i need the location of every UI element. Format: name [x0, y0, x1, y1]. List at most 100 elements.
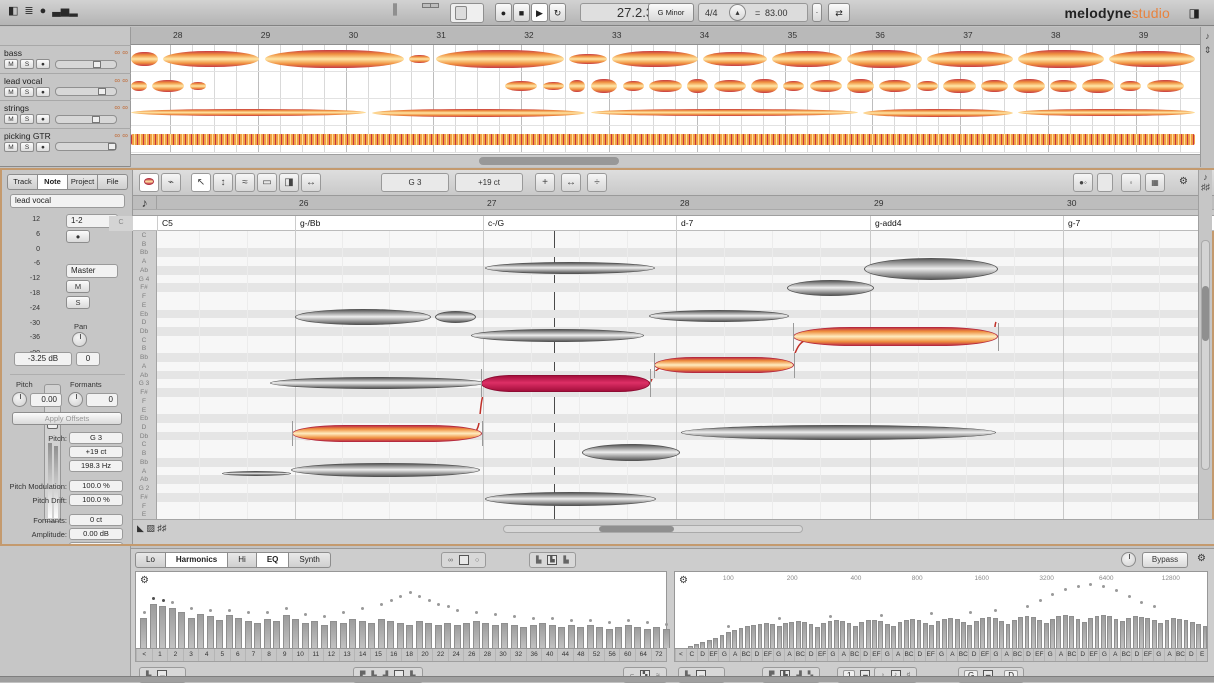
record-button[interactable]: ● — [36, 114, 50, 125]
eq-bar[interactable] — [802, 622, 807, 648]
background-note-blob[interactable] — [270, 377, 485, 389]
eq-bar[interactable] — [1094, 616, 1100, 648]
eq-note-label[interactable]: A — [1163, 649, 1175, 661]
harmonic-bar[interactable] — [368, 623, 375, 648]
waveform-blob[interactable] — [131, 51, 158, 66]
eq-gear-icon[interactable]: ⚙ — [679, 575, 688, 586]
waveform-blob[interactable] — [590, 109, 858, 116]
eq-bar[interactable] — [954, 619, 960, 648]
tool-button-1[interactable]: ↕ — [213, 173, 233, 192]
slider-thumb-2[interactable] — [430, 3, 439, 8]
eq-bar[interactable] — [713, 638, 718, 648]
background-note-blob[interactable] — [485, 492, 656, 506]
track-lane[interactable] — [131, 126, 1200, 153]
eq-bar[interactable] — [738, 628, 744, 648]
eq-bar[interactable] — [821, 623, 827, 648]
hscroll-thumb[interactable] — [479, 157, 619, 165]
waveform-blob[interactable] — [1146, 79, 1184, 92]
harmonic-number[interactable]: 40 — [541, 649, 557, 661]
record-button[interactable]: ● — [36, 86, 50, 97]
waveform-blob[interactable] — [435, 49, 564, 68]
background-note-blob[interactable] — [681, 425, 996, 440]
eq-note-label[interactable]: BC — [1011, 649, 1023, 661]
eq-note-label[interactable]: EF — [979, 649, 990, 661]
harmonic-bar[interactable] — [168, 608, 176, 648]
cycle-button[interactable]: ↻ — [549, 3, 566, 22]
waveform-blob[interactable] — [713, 79, 746, 92]
arrangement-right-gutter[interactable]: ♪ ⇕ — [1200, 27, 1214, 167]
eq-note-label[interactable]: D — [968, 649, 979, 661]
eq-bar[interactable] — [783, 623, 788, 648]
harmonic-bar[interactable] — [206, 616, 214, 648]
harmonic-bar[interactable] — [415, 621, 423, 648]
editor-gear-icon[interactable]: ⚙ — [1179, 176, 1188, 187]
eq-note-label[interactable]: EF — [1141, 649, 1153, 661]
eq-bar[interactable] — [1062, 615, 1068, 648]
harmonic-bar[interactable] — [605, 629, 613, 648]
harmonic-number[interactable]: 18 — [401, 649, 417, 661]
meter-display[interactable]: 4/4 — [705, 4, 718, 22]
eq-bar[interactable] — [1069, 616, 1074, 648]
side-panel-tabs[interactable]: Track Note Project File — [7, 174, 128, 190]
harmonic-bar[interactable] — [358, 621, 366, 648]
harmonic-bar[interactable] — [197, 614, 204, 648]
autoscroll-button[interactable]: ⇄ — [828, 3, 850, 22]
harmonic-bar[interactable] — [339, 623, 347, 648]
eq-bar[interactable] — [1145, 618, 1151, 648]
harmonic-number[interactable]: 6 — [229, 649, 246, 661]
solo-button[interactable]: S — [66, 296, 90, 309]
mute-button[interactable]: M — [4, 86, 18, 97]
chord-track[interactable]: C C5 g-/Bb c-/G d-7 g-add4 g-7 — [109, 216, 1214, 231]
waveform-blob[interactable] — [943, 78, 976, 93]
macro-knob[interactable] — [1121, 552, 1136, 567]
eq-note-label[interactable]: D — [805, 649, 816, 661]
track-volume-thumb[interactable] — [93, 60, 102, 68]
record-button[interactable]: ● — [36, 141, 50, 152]
harmonic-bar[interactable] — [330, 621, 337, 648]
eq-note-label[interactable]: D — [1022, 649, 1034, 661]
note-blob[interactable] — [292, 425, 482, 442]
waveform-blob[interactable] — [847, 78, 874, 93]
eq-bar[interactable] — [967, 625, 973, 648]
monitor-slider[interactable] — [450, 3, 484, 23]
harmonic-bar[interactable] — [301, 623, 309, 648]
harmonic-bar[interactable] — [558, 627, 565, 648]
compare-control-2[interactable]: ◦ — [1121, 173, 1141, 192]
harmonic-bar[interactable] — [615, 627, 622, 648]
eq-note-label[interactable]: EF — [870, 649, 881, 661]
harmonic-bar[interactable] — [292, 619, 299, 648]
harmonic-number[interactable]: 26 — [463, 649, 479, 661]
harmonic-number[interactable]: 1 — [151, 649, 168, 661]
eq-note-label[interactable]: BC — [794, 649, 805, 661]
editor-right-gutter[interactable]: ♪ ♯♯ — [1198, 170, 1212, 519]
gutter-icon[interactable]: ⇕ — [1201, 45, 1214, 56]
eq-bar[interactable] — [776, 626, 782, 648]
harmonics-gear-icon[interactable]: ⚙ — [140, 575, 149, 586]
harmonic-bar[interactable] — [510, 625, 518, 648]
eq-note-label[interactable]: A — [837, 649, 849, 661]
eq-bar[interactable] — [1050, 619, 1055, 648]
track-name-field[interactable]: lead vocal — [10, 194, 125, 208]
harmonic-number[interactable]: 32 — [510, 649, 526, 661]
harmonic-bar[interactable] — [225, 615, 233, 648]
solo-button[interactable]: S — [20, 59, 34, 70]
harmonic-bar[interactable] — [634, 627, 641, 648]
eq-note-label[interactable]: BC — [957, 649, 968, 661]
background-note-blob[interactable] — [582, 444, 680, 461]
eq-bar[interactable] — [1075, 619, 1081, 648]
eq-note-label[interactable]: E — [1196, 649, 1207, 661]
waveform-blob[interactable] — [649, 79, 682, 92]
track-header-lead-vocal[interactable]: lead vocal ∞ ∞ M S ● — [0, 72, 131, 100]
track-blob-icons[interactable]: ∞ ∞ — [114, 131, 128, 140]
chart-icon[interactable]: ▃▅▂ — [52, 4, 77, 17]
eq-note-label[interactable]: D — [913, 649, 925, 661]
harmonic-bar[interactable] — [377, 619, 385, 648]
harmonic-bar[interactable] — [653, 627, 660, 648]
tool-button-4[interactable]: ◨ — [279, 173, 299, 192]
harmonic-bar[interactable] — [244, 621, 252, 648]
eq-bar[interactable] — [1043, 623, 1049, 648]
eq-bar[interactable] — [1031, 617, 1036, 648]
track-volume-thumb[interactable] — [98, 88, 106, 96]
main-tool-blob[interactable] — [139, 173, 159, 192]
eq-note-label[interactable]: < — [675, 649, 686, 661]
